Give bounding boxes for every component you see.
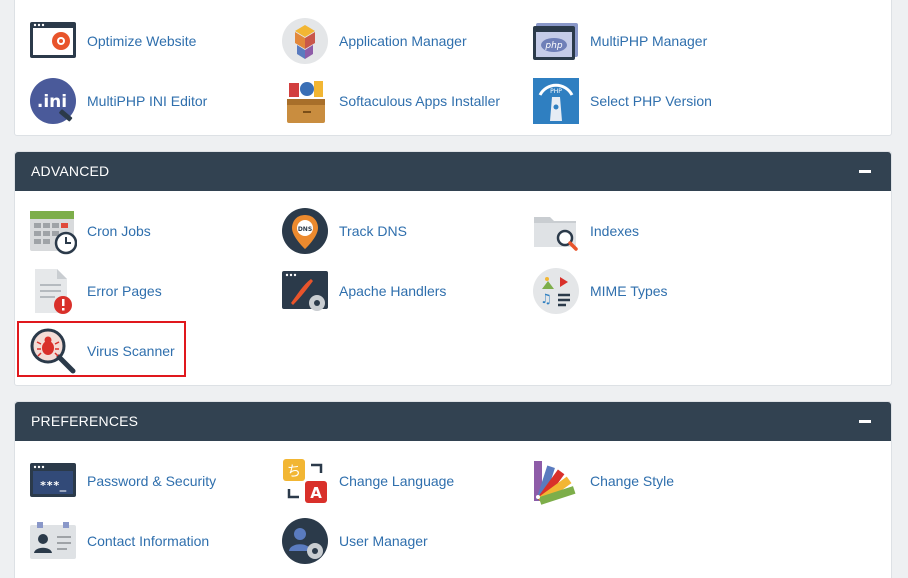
select-php-version-item[interactable]: PHP Select PHP Version [532,75,712,127]
select-php-version-icon: PHP [533,78,579,124]
change-style-item[interactable]: Change Style [532,455,674,507]
preferences-panel: PREFERENCES ***_ Password & Security ち A… [14,401,892,578]
change-language-label: Change Language [339,473,455,489]
user-manager-item[interactable]: User Manager [281,515,428,567]
indexes-icon [534,217,578,251]
advanced-header[interactable]: ADVANCED [15,152,891,191]
mime-types-icon: ♫ [533,268,579,314]
svg-text:A: A [310,484,322,502]
apache-handlers-label: Apache Handlers [339,283,447,299]
svg-text:PHP: PHP [550,88,562,95]
application-manager-label: Application Manager [339,33,467,49]
cron-jobs-label: Cron Jobs [87,223,151,239]
error-pages-icon [35,269,72,314]
contact-information-icon [30,522,76,559]
change-style-icon [534,461,576,505]
collapse-icon[interactable] [859,420,871,423]
apache-handlers-item[interactable]: Apache Handlers [281,265,446,317]
advanced-title: ADVANCED [31,163,110,179]
svg-text:***_: ***_ [40,479,67,492]
change-language-icon: ち A [283,459,327,503]
softaculous-icon [287,81,325,123]
indexes-item[interactable]: Indexes [532,205,639,257]
contact-information-label: Contact Information [87,533,210,549]
optimize-website-item[interactable]: Optimize Website [29,15,196,67]
indexes-label: Indexes [590,223,640,239]
track-dns-item[interactable]: DNS Track DNS [281,205,407,257]
user-manager-label: User Manager [339,533,428,549]
change-style-label: Change Style [590,473,675,489]
multiphp-ini-editor-item[interactable]: .ini MultiPHP INI Editor [29,75,207,127]
application-manager-icon [282,18,328,64]
multiphp-manager-icon: php [533,23,578,60]
error-pages-label: Error Pages [87,283,162,299]
cron-jobs-icon [30,211,77,255]
track-dns-icon: DNS [282,208,328,254]
svg-text:ち: ち [287,464,301,480]
error-pages-item[interactable]: Error Pages [29,265,162,317]
multiphp-ini-editor-icon: .ini [30,78,76,124]
virus-scanner-highlight [17,321,186,377]
svg-text:php: php [544,41,562,51]
preferences-title: PREFERENCES [31,413,139,429]
apache-handlers-icon [282,271,328,311]
password-security-item[interactable]: ***_ Password & Security [29,455,216,507]
password-security-label: Password & Security [87,473,217,489]
svg-text:DNS: DNS [298,226,312,233]
mime-types-label: MIME Types [590,283,668,299]
svg-text:♫: ♫ [540,292,552,307]
svg-text:.ini: .ini [37,92,67,112]
multiphp-manager-item[interactable]: php MultiPHP Manager [532,15,707,67]
optimize-website-label: Optimize Website [87,33,197,49]
mime-types-item[interactable]: ♫ MIME Types [532,265,668,317]
password-security-icon: ***_ [30,463,76,497]
track-dns-label: Track DNS [339,223,407,239]
software-panel: Optimize Website Application Manager php… [14,0,892,136]
user-manager-icon [282,518,328,564]
preferences-header[interactable]: PREFERENCES [15,402,891,441]
softaculous-item[interactable]: Softaculous Apps Installer [281,75,500,127]
collapse-icon[interactable] [859,170,871,173]
multiphp-manager-label: MultiPHP Manager [590,33,708,49]
application-manager-item[interactable]: Application Manager [281,15,467,67]
contact-information-item[interactable]: Contact Information [29,515,209,567]
softaculous-label: Softaculous Apps Installer [339,93,501,109]
change-language-item[interactable]: ち A Change Language [281,455,454,507]
cron-jobs-item[interactable]: Cron Jobs [29,205,151,257]
optimize-website-icon [30,22,76,58]
select-php-version-label: Select PHP Version [590,93,712,109]
multiphp-ini-editor-label: MultiPHP INI Editor [87,93,208,109]
